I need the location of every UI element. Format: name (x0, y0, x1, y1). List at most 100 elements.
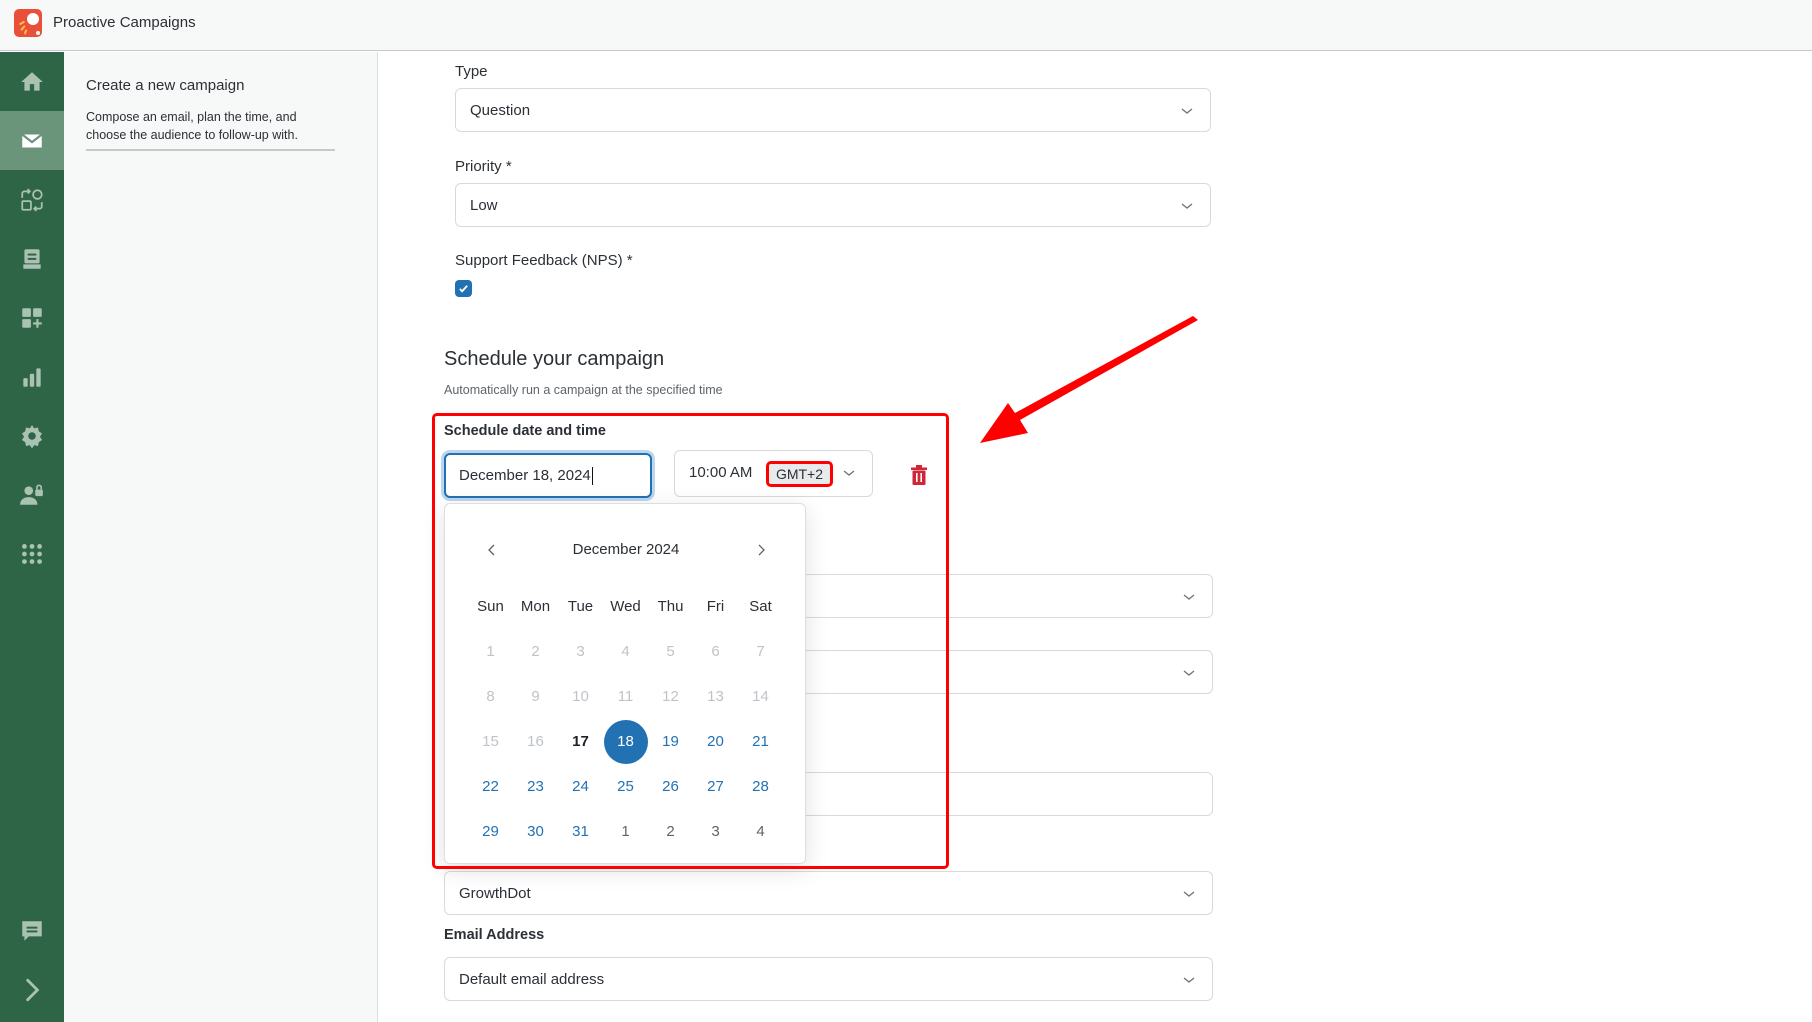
chevron-right-icon (758, 544, 765, 556)
app-logo-icon (14, 9, 42, 37)
schedule-date-input[interactable]: December 18, 2024 (444, 453, 652, 498)
priority-value: Low (470, 196, 498, 214)
priority-select[interactable]: Low (455, 183, 1211, 227)
type-value: Question (470, 101, 531, 119)
calendar-day[interactable]: 4 (738, 809, 783, 854)
mail-icon (21, 133, 43, 147)
schedule-section-subtitle: Automatically run a campaign at the spec… (444, 383, 723, 397)
sidebar-expand-button[interactable] (0, 960, 64, 1019)
calendar-day: 15 (482, 733, 499, 750)
next-month-button[interactable] (751, 540, 771, 560)
calendar-day[interactable]: 23 (513, 764, 558, 809)
type-label: Type (455, 63, 488, 80)
user-lock-icon (20, 483, 43, 505)
calendar-day[interactable]: 1 (603, 809, 648, 854)
calendar-day[interactable]: 3 (693, 809, 738, 854)
sidebar-item-workflows[interactable] (0, 170, 64, 229)
weekday-label: Fri (706, 598, 725, 615)
calendar-day[interactable]: 2 (648, 809, 693, 854)
chevron-down-icon (1181, 203, 1193, 209)
annotation-arrow-icon (980, 316, 1198, 443)
calendar-day: 12 (662, 688, 679, 705)
sidebar-item-reports[interactable] (0, 347, 64, 406)
calendar-day[interactable]: 29 (468, 809, 513, 854)
sidebar-item-apps[interactable] (0, 288, 64, 347)
type-select[interactable]: Question (455, 88, 1211, 132)
weekday-label: Thu (657, 598, 684, 615)
campaign-info-panel: Create a new campaign Compose an email, … (64, 52, 378, 1022)
chevron-down-icon (1183, 670, 1195, 676)
shapes-cycle-icon (21, 188, 43, 211)
chevron-down-icon (1183, 891, 1195, 897)
weekday-header-row: Sun Mon Tue Wed Thu Fri Sat (468, 584, 783, 629)
sidebar-item-home[interactable] (0, 52, 64, 111)
chat-icon (22, 920, 42, 941)
calendar-day: 1 (486, 643, 495, 660)
calendar-day-selected[interactable]: 18 (603, 719, 648, 764)
inbox-tray-icon (23, 248, 41, 269)
calendar-day: 10 (572, 688, 589, 705)
calendar-day[interactable]: 19 (648, 719, 693, 764)
calendar-week-row: 8 9 10 11 12 13 14 (468, 674, 783, 719)
sidebar-item-campaigns[interactable] (0, 111, 64, 170)
calendar-day: 11 (617, 688, 634, 705)
support-feedback-checkbox[interactable] (455, 280, 472, 297)
schedule-date-value: December 18, 2024 (459, 467, 591, 484)
chevron-down-icon (1183, 977, 1195, 983)
weekday-label: Wed (610, 598, 641, 615)
calendar-day[interactable]: 26 (648, 764, 693, 809)
calendar-weeks: 1 2 3 4 5 6 7 8 9 10 11 12 13 14 15 16 17 18 19 20 21 22 23 24 2… (468, 629, 783, 854)
calendar-day: 4 (621, 643, 630, 660)
calendar-week-row: 15 16 17 18 19 20 21 (468, 719, 783, 764)
email-address-select[interactable]: Default email address (444, 957, 1213, 1001)
calendar-day[interactable]: 17 (558, 719, 603, 764)
schedule-date-time-label: Schedule date and time (444, 423, 606, 439)
sidebar-item-inbox[interactable] (0, 229, 64, 288)
email-address-value: Default email address (459, 970, 605, 988)
sidebar-item-more-apps[interactable] (0, 524, 64, 583)
schedule-time-select[interactable]: 10:00 AM GMT+2 (674, 450, 873, 497)
sidebar-item-settings[interactable] (0, 406, 64, 465)
calendar-day[interactable]: 21 (738, 719, 783, 764)
calendar-day[interactable]: 25 (603, 764, 648, 809)
calendar-day[interactable]: 20 (693, 719, 738, 764)
calendar-day: 16 (527, 733, 544, 750)
bar-chart-icon (23, 367, 41, 387)
chevron-down-icon (1183, 594, 1195, 600)
calendar-week-row: 1 2 3 4 5 6 7 (468, 629, 783, 674)
brand-select[interactable]: GrowthDot (444, 871, 1213, 915)
chevron-right-icon (26, 978, 40, 1001)
checkmark-icon (459, 285, 468, 293)
calendar-day: 8 (486, 688, 495, 705)
sidebar-item-feedback[interactable] (0, 901, 64, 960)
text-caret (591, 466, 594, 485)
weekday-label: Sun (477, 598, 504, 615)
gear-icon (21, 424, 43, 448)
panel-divider (86, 149, 335, 151)
calendar-day: 3 (576, 643, 585, 660)
weekday-label: Mon (520, 598, 551, 615)
calendar-day[interactable]: 24 (558, 764, 603, 809)
calendar-week-row: 22 23 24 25 26 27 28 (468, 764, 783, 809)
calendar-day[interactable]: 27 (693, 764, 738, 809)
brand-value: GrowthDot (459, 884, 531, 902)
priority-label: Priority * (455, 158, 512, 175)
grid-dots-icon (22, 543, 42, 564)
calendar-week-row: 29 30 31 1 2 3 4 (468, 809, 783, 854)
calendar-day[interactable]: 28 (738, 764, 783, 809)
top-bar: Proactive Campaigns (0, 0, 1812, 51)
calendar-day: 9 (531, 688, 540, 705)
timezone-badge: GMT+2 (766, 461, 833, 487)
app-title: Proactive Campaigns (53, 14, 196, 31)
delete-schedule-trash-icon[interactable] (910, 465, 928, 485)
calendar-day[interactable]: 30 (513, 809, 558, 854)
email-address-label: Email Address (444, 927, 545, 943)
calendar-day-label: 18 (603, 719, 648, 764)
schedule-time-value: 10:00 AM (689, 464, 753, 481)
panel-title: Create a new campaign (86, 77, 245, 94)
weekday-label: Sat (749, 598, 772, 615)
calendar-day[interactable]: 22 (468, 764, 513, 809)
calendar-day: 14 (752, 688, 769, 705)
sidebar-item-permissions[interactable] (0, 465, 64, 524)
calendar-day[interactable]: 31 (558, 809, 603, 854)
